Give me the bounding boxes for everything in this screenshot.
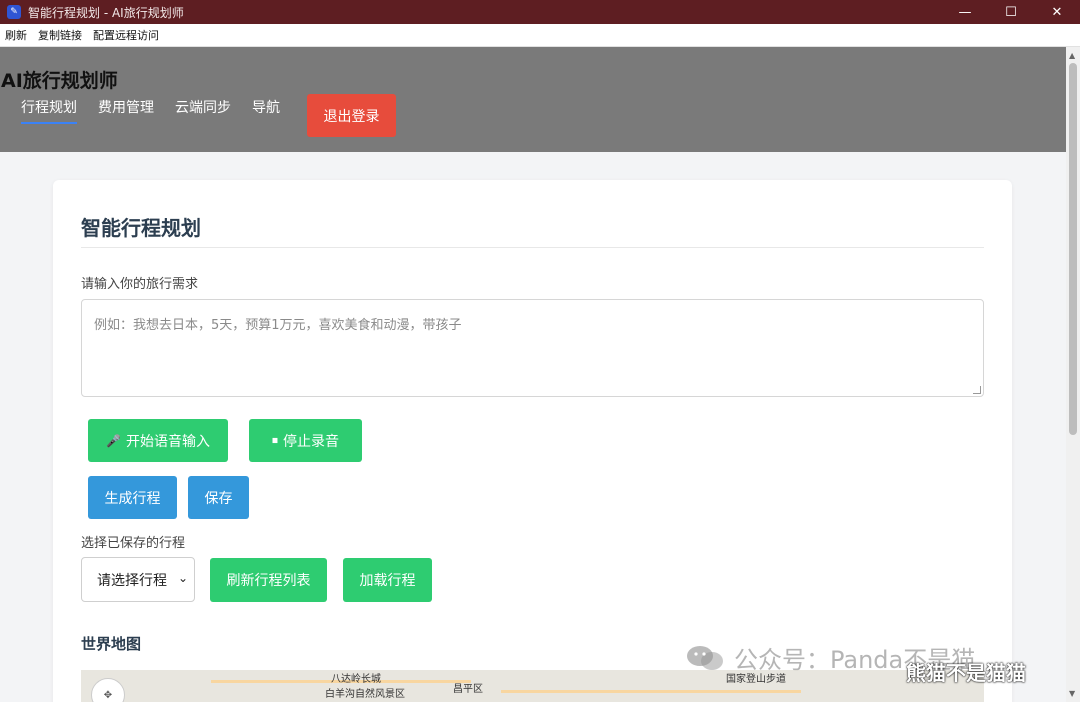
page-title: 智能行程规划 [81,216,201,240]
map-road [501,690,801,693]
stop-recording-button[interactable]: ⏹ 停止录音 [249,419,362,462]
window-controls: — ☐ ✕ [942,0,1080,24]
scroll-down-icon[interactable]: ▼ [1069,689,1075,698]
map-title: 世界地图 [81,635,142,653]
maximize-icon[interactable]: ☐ [988,0,1034,24]
brand-title: AI旅行规划师 [1,70,118,92]
request-placeholder: 例如：我想去日本，5天，预算1万元，喜欢美食和动漫，带孩子 [94,318,462,333]
menubar: 刷新 复制链接 配置远程访问 [0,24,1080,47]
wechat-icon [687,645,723,670]
map-label: 八达岭长城 [331,674,381,685]
map-label: 昌平区 [453,684,483,695]
save-button[interactable]: 保存 [188,476,249,519]
close-icon[interactable]: ✕ [1034,0,1080,24]
load-itinerary-button[interactable]: 加载行程 [343,558,432,602]
generate-itinerary-button[interactable]: 生成行程 [88,476,177,519]
app-icon: ✎ [7,5,21,19]
nav-itinerary[interactable]: 行程规划 [21,97,77,124]
title-divider [81,247,984,248]
scroll-up-icon[interactable]: ▲ [1069,51,1075,60]
window-title: 智能行程规划 - AI旅行规划师 [28,5,184,20]
minimize-icon[interactable]: — [942,0,988,24]
select-value: 请选择行程 [97,572,167,589]
planner-card: 智能行程规划 请输入你的旅行需求 例如：我想去日本，5天，预算1万元，喜欢美食和… [53,180,1012,702]
map-pan-control[interactable]: ✥ [91,678,125,702]
microphone-icon: 🎤 [106,433,121,448]
refresh-list-button[interactable]: 刷新行程列表 [210,558,327,602]
window-titlebar: ✎ 智能行程规划 - AI旅行规划师 — ☐ ✕ [0,0,1080,24]
start-voice-button[interactable]: 🎤 开始语音输入 [88,419,228,462]
saved-itinerary-label: 选择已保存的行程 [81,536,186,551]
menu-refresh[interactable]: 刷新 [5,27,27,43]
scrollbar-thumb[interactable] [1069,63,1077,435]
saved-itinerary-select[interactable]: 请选择行程 ⌄ [81,557,195,602]
menu-copy-link[interactable]: 复制链接 [38,27,82,43]
logout-button[interactable]: 退出登录 [307,94,396,137]
chevron-down-icon: ⌄ [177,571,188,585]
page-scrollbar[interactable]: ▲ ▼ [1066,47,1080,702]
main-nav: 行程规划 费用管理 云端同步 导航 [21,97,301,124]
start-voice-label: 开始语音输入 [125,433,210,450]
resize-grip-icon[interactable] [973,386,981,394]
nav-navigation[interactable]: 导航 [252,97,280,124]
watermark-overlay: 熊猫不是猫猫 [906,661,1026,685]
stop-recording-label: 停止录音 [283,433,339,450]
nav-expenses[interactable]: 费用管理 [98,97,154,124]
app-header: AI旅行规划师 行程规划 费用管理 云端同步 导航 退出登录 [0,47,1066,152]
menu-remote-access[interactable]: 配置远程访问 [93,27,159,43]
map-label: 白羊沟自然风景区 [325,689,405,700]
nav-cloud-sync[interactable]: 云端同步 [175,97,231,124]
travel-request-input[interactable]: 例如：我想去日本，5天，预算1万元，喜欢美食和动漫，带孩子 [81,299,984,397]
request-label: 请输入你的旅行需求 [81,277,199,292]
stop-icon: ⏹ [271,433,278,447]
